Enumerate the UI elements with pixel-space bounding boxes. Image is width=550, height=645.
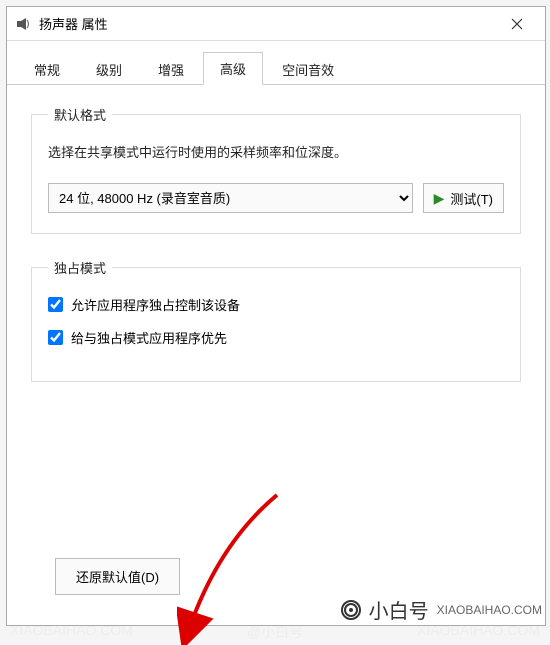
brand-overlay: 小白号 XIAOBAIHAO.COM	[335, 591, 546, 628]
allow-exclusive-input[interactable]	[48, 297, 63, 312]
sample-format-select[interactable]: 24 位, 48000 Hz (录音室音质)	[48, 183, 413, 213]
restore-defaults-button[interactable]: 还原默认值(D)	[55, 558, 180, 595]
properties-window: 扬声器 属性 常规 级别 增强 高级 空间音效 默认格式 选择在共享模式中运行时…	[6, 6, 546, 626]
test-button[interactable]: ▶ 测试(T)	[423, 183, 504, 213]
exclusive-priority-label: 给与独占模式应用程序优先	[71, 328, 227, 347]
brand-name: 小白号	[369, 595, 429, 624]
default-format-legend: 默认格式	[48, 105, 112, 124]
tab-levels[interactable]: 级别	[79, 53, 139, 85]
exclusive-priority-input[interactable]	[48, 330, 63, 345]
close-button[interactable]	[497, 10, 537, 38]
default-format-description: 选择在共享模式中运行时使用的采样频率和位深度。	[48, 142, 504, 161]
annotation-arrow	[177, 485, 297, 645]
play-icon: ▶	[434, 190, 445, 207]
tabstrip: 常规 级别 增强 高级 空间音效	[7, 41, 545, 85]
titlebar: 扬声器 属性	[7, 7, 545, 41]
exclusive-priority-checkbox[interactable]: 给与独占模式应用程序优先	[48, 328, 504, 347]
tab-content: 默认格式 选择在共享模式中运行时使用的采样频率和位深度。 24 位, 48000…	[7, 85, 545, 625]
tab-general[interactable]: 常规	[17, 53, 77, 85]
format-row: 24 位, 48000 Hz (录音室音质) ▶ 测试(T)	[48, 183, 504, 213]
exclusive-mode-legend: 独占模式	[48, 258, 112, 277]
default-format-group: 默认格式 选择在共享模式中运行时使用的采样频率和位深度。 24 位, 48000…	[31, 105, 521, 234]
tab-advanced[interactable]: 高级	[203, 52, 263, 85]
allow-exclusive-label: 允许应用程序独占控制该设备	[71, 295, 240, 314]
close-icon	[511, 18, 523, 30]
tab-spatial[interactable]: 空间音效	[265, 53, 351, 85]
allow-exclusive-checkbox[interactable]: 允许应用程序独占控制该设备	[48, 295, 504, 314]
speaker-icon	[15, 16, 31, 32]
exclusive-mode-group: 独占模式 允许应用程序独占控制该设备 给与独占模式应用程序优先	[31, 258, 521, 382]
brand-url: XIAOBAIHAO.COM	[437, 603, 542, 617]
tab-enhancements[interactable]: 增强	[141, 53, 201, 85]
window-title: 扬声器 属性	[39, 14, 497, 33]
wifi-icon	[339, 598, 363, 622]
test-button-label: 测试(T)	[450, 189, 493, 208]
